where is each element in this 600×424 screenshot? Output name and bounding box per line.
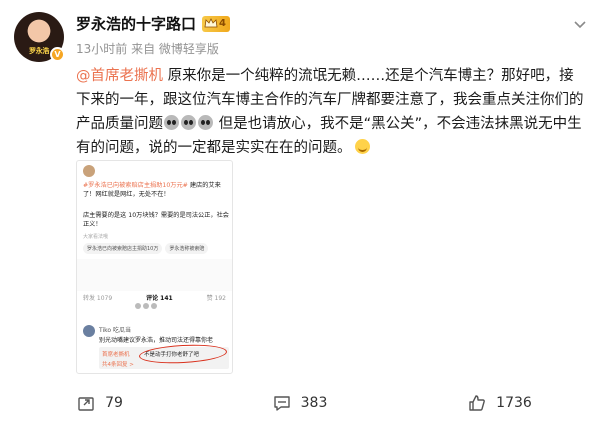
author-header: 罗永浩的十字路口 4 <box>76 13 230 34</box>
author-name[interactable]: 罗永浩的十字路口 <box>76 13 196 34</box>
image-reply-more: 共4条回复 > <box>102 362 134 368</box>
image-small-text: 大家看法哦 <box>83 234 109 240</box>
post-meta: 13小时前 来自 微博轻享版 <box>76 40 219 57</box>
image-tab-repost: 转发 1079 <box>83 295 113 302</box>
image-chip: 罗永浩已向被索赔店主捐助10万 <box>83 243 163 254</box>
image-header <box>83 165 95 177</box>
repost-count: 79 <box>105 395 123 411</box>
image-reply-name: 首席老撕机 <box>102 352 130 358</box>
comment-icon <box>273 396 290 411</box>
image-commenter-name: Tiko 吃瓜当 <box>99 327 131 334</box>
smile-emoji-icon <box>354 139 370 154</box>
image-tab-like: 赞 192 <box>206 295 226 302</box>
image-comment-text: 别光动嘴建议罗永浩，推动司法还得靠你老 <box>99 337 214 344</box>
image-tab-comment: 评论 141 <box>146 295 173 302</box>
ghost-emoji-icon <box>198 115 213 130</box>
post-image[interactable]: #罗永浩已向被索赔店主捐助10万元# 建店的艾来了！网红就是网红，无处不在！ 店… <box>76 160 233 374</box>
more-options-icon[interactable] <box>574 14 586 33</box>
image-chip: 罗永浩称被索赔 <box>165 243 209 254</box>
repost-icon <box>78 397 94 411</box>
image-blank-area <box>77 259 232 291</box>
verified-badge-icon: V <box>50 47 65 62</box>
post-source: 来自 微博轻享版 <box>131 42 219 56</box>
comment-count: 383 <box>300 395 328 411</box>
image-text-1: #罗永浩已向被索赔店主捐助10万元# 建店的艾来了！网红就是网红，无处不在！ <box>83 181 229 199</box>
mention-link[interactable]: @首席老撕机 <box>76 68 163 84</box>
action-bar: 79 383 1736 <box>0 382 600 424</box>
post-time[interactable]: 13小时前 <box>76 42 127 56</box>
thumbs-up-icon <box>469 395 486 411</box>
crown-level: 4 <box>219 18 226 29</box>
image-tabs: 转发 1079 评论 141 赞 192 <box>83 293 226 302</box>
image-topic: #罗永浩已向被索赔店主捐助10万元# <box>83 182 188 189</box>
ghost-emoji-icon <box>164 115 179 130</box>
image-avatar <box>83 165 95 177</box>
ghost-emoji-icon <box>181 115 196 130</box>
like-button[interactable]: 1736 <box>400 382 600 424</box>
post-text: @首席老撕机 原来你是一个纯粹的流氓无赖……还是个汽车博主？那好吧，接下来的一年… <box>76 64 586 160</box>
image-emoji-row <box>135 303 157 309</box>
like-count: 1736 <box>496 395 532 411</box>
image-text-2: 店主需要的是这 10万块钱？需要的是司法公正，社会正义！ <box>83 212 229 228</box>
crown-badge-icon[interactable]: 4 <box>202 15 230 32</box>
repost-button[interactable]: 79 <box>0 382 200 424</box>
image-chips: 罗永浩已向被索赔店主捐助10万 罗永浩称被索赔 <box>83 243 209 254</box>
image-commenter-avatar <box>83 325 95 337</box>
comment-button[interactable]: 383 <box>200 382 400 424</box>
